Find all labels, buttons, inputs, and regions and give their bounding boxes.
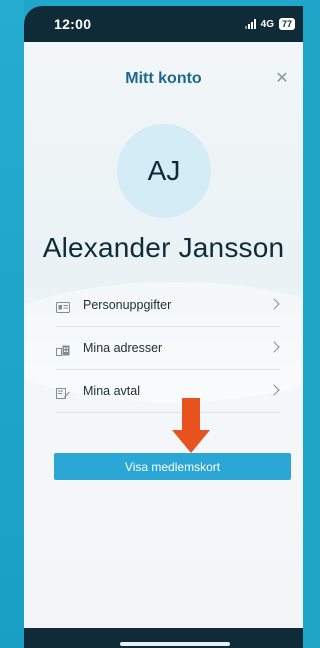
battery-icon: 77 xyxy=(278,18,295,30)
account-sheet: Mitt konto ✕ AJ Alexander Jansson Person… xyxy=(24,42,303,628)
chevron-right-icon xyxy=(268,341,280,353)
menu-item-mina-adresser[interactable]: Mina adresser xyxy=(56,327,280,370)
signal-icon xyxy=(244,19,256,29)
contract-pen-icon xyxy=(56,386,70,399)
arrow-down-icon xyxy=(172,398,210,459)
status-bar: 12:00 4G 77 xyxy=(24,6,303,42)
menu-item-personuppgifter[interactable]: Personuppgifter xyxy=(56,284,280,327)
menu-item-label: Mina adresser xyxy=(83,341,163,355)
avatar-initials: AJ xyxy=(147,155,181,186)
show-membership-card-button[interactable]: Visa medlemskort xyxy=(54,453,291,480)
phone-screen: 12:00 4G 77 Mitt konto ✕ AJ Alexander Ja… xyxy=(24,6,303,648)
chevron-right-icon xyxy=(268,384,280,396)
home-indicator[interactable] xyxy=(120,642,230,646)
close-icon[interactable]: ✕ xyxy=(275,71,289,87)
avatar: AJ xyxy=(117,124,211,218)
menu-item-label: Personuppgifter xyxy=(83,298,172,312)
background-panel xyxy=(0,0,24,648)
network-type: 4G xyxy=(260,18,274,30)
menu-item-label: Mina avtal xyxy=(83,384,140,398)
buildings-icon xyxy=(56,343,70,356)
account-menu: Personuppgifter Mina adresser Mina avtal xyxy=(56,284,280,413)
page-title: Mitt konto xyxy=(125,70,202,87)
navigation-bar xyxy=(24,628,303,648)
chevron-right-icon xyxy=(268,298,280,310)
menu-item-mina-avtal[interactable]: Mina avtal xyxy=(56,370,280,413)
status-indicators: 4G 77 xyxy=(244,17,295,31)
id-card-icon xyxy=(56,300,70,313)
status-time: 12:00 xyxy=(54,16,92,32)
user-name: Alexander Jansson xyxy=(42,232,285,263)
